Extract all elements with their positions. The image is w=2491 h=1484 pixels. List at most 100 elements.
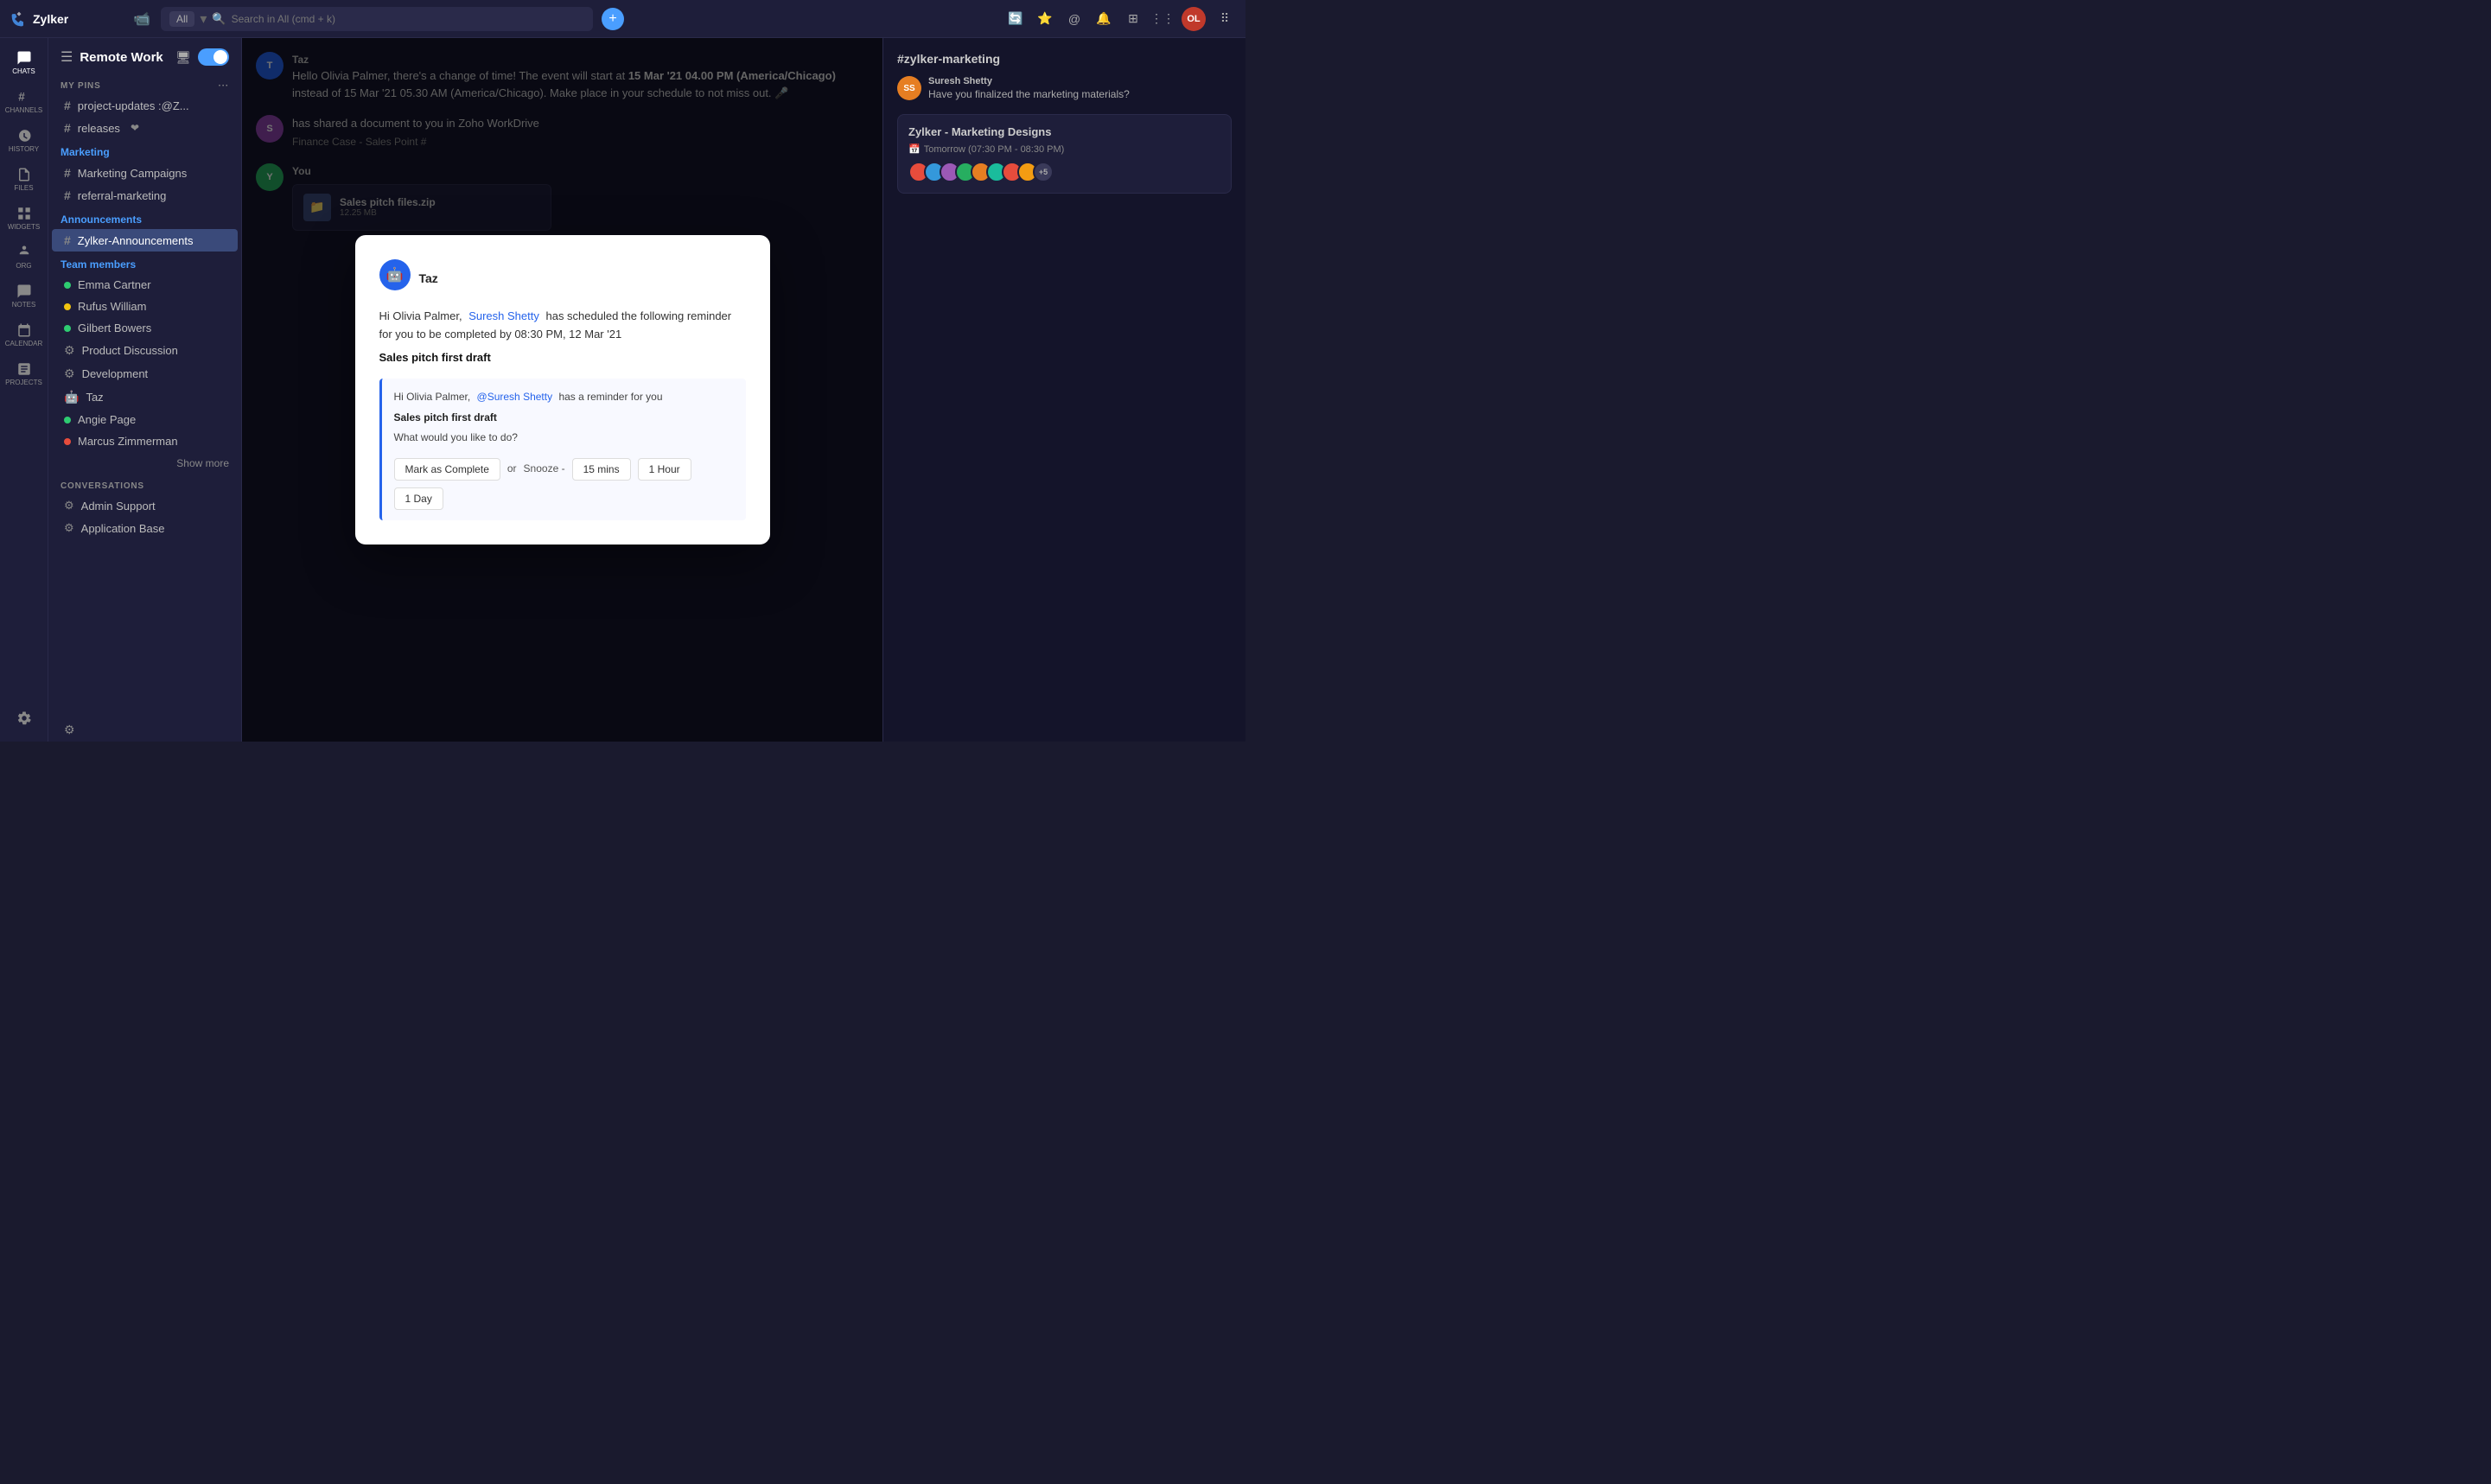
topbar-actions: 🔄 ⭐ @ 🔔 ⊞ ⋮⋮ OL ⠿ xyxy=(1005,7,1235,31)
nav-settings-item[interactable]: ⚙ xyxy=(52,718,238,742)
modal-action-question: What would you like to do? xyxy=(394,430,734,446)
sidebar-item-history[interactable]: HISTORY xyxy=(3,123,45,158)
nav-label-product-discussion: Product Discussion xyxy=(82,344,178,357)
nav-item-application-base[interactable]: ⚙ Application Base xyxy=(52,517,238,539)
marketing-section-label: Marketing xyxy=(48,139,241,162)
calendar-card-date: 📅 Tomorrow (07:30 PM - 08:30 PM) xyxy=(908,143,1220,155)
layout-icon[interactable]: ⊞ xyxy=(1123,9,1144,29)
status-dot-rufus xyxy=(64,303,71,310)
nav-label-zylker-announcements: Zylker-Announcements xyxy=(78,234,194,247)
reminder-modal: 🤖 Taz Hi Olivia Palmer, Suresh Shetty ha… xyxy=(355,235,770,545)
my-pins-label: My Pins ··· xyxy=(48,73,241,94)
status-dot-angie xyxy=(64,417,71,424)
application-base-icon: ⚙ xyxy=(64,521,74,535)
modal-reminder-inner-text: Hi Olivia Palmer, @Suresh Shetty has a r… xyxy=(394,389,734,405)
right-msg-row-1: SS Suresh Shetty Have you finalized the … xyxy=(897,76,1232,102)
refresh-icon[interactable]: 🔄 xyxy=(1005,9,1026,29)
product-discussion-icon: ⚙ xyxy=(64,343,75,358)
nav-sidebar-header: ☰ Remote Work 🖥 xyxy=(48,38,241,73)
nav-label-application-base: Application Base xyxy=(81,522,165,535)
pins-menu-icon[interactable]: ··· xyxy=(219,81,229,91)
modal-reminder-card: Hi Olivia Palmer, @Suresh Shetty has a r… xyxy=(379,379,746,520)
user-avatar[interactable]: OL xyxy=(1182,7,1206,31)
snooze-1hr-button[interactable]: 1 Hour xyxy=(638,458,691,481)
status-dot-marcus xyxy=(64,438,71,445)
app-logo[interactable]: Zylker xyxy=(10,10,123,28)
nav-item-product-discussion[interactable]: ⚙ Product Discussion xyxy=(52,339,238,362)
calendar-card[interactable]: Zylker - Marketing Designs 📅 Tomorrow (0… xyxy=(897,114,1232,194)
sidebar-label-chats: CHATS xyxy=(12,67,35,75)
sidebar-item-widgets[interactable]: WIDGETS xyxy=(3,201,45,236)
or-label: or xyxy=(507,461,517,477)
right-panel-channel: #zylker-marketing xyxy=(897,52,1232,66)
sidebar-label-widgets: WIDGETS xyxy=(8,223,40,231)
nav-item-marcus[interactable]: Marcus Zimmerman xyxy=(52,430,238,452)
sidebar-item-files[interactable]: FILES xyxy=(3,162,45,197)
search-input[interactable] xyxy=(232,13,584,25)
topbar: Zylker 📹 All ▾ 🔍 + 🔄 ⭐ @ 🔔 ⊞ ⋮⋮ OL ⠿ xyxy=(0,0,1246,38)
status-dot-gilbert xyxy=(64,325,71,332)
snooze-1day-button[interactable]: 1 Day xyxy=(394,487,443,510)
svg-text:#: # xyxy=(18,91,25,104)
sidebar-item-projects[interactable]: PROJECTS xyxy=(3,356,45,392)
overlay[interactable]: 🤖 Taz Hi Olivia Palmer, Suresh Shetty ha… xyxy=(242,38,882,742)
search-bar[interactable]: All ▾ 🔍 xyxy=(161,7,593,31)
nav-item-admin-support[interactable]: ⚙ Admin Support xyxy=(52,494,238,517)
calendar-icon: 📅 xyxy=(908,143,921,155)
nav-item-development[interactable]: ⚙ Development xyxy=(52,362,238,385)
main-layout: CHATS # CHANNELS HISTORY FILES WIDGETS O… xyxy=(0,38,1246,742)
main-content: T Taz Hello Olivia Palmer, there's a cha… xyxy=(242,38,882,742)
apps-icon[interactable]: ⠿ xyxy=(1214,9,1235,29)
sidebar-item-calendar[interactable]: CALENDAR xyxy=(3,317,45,353)
nav-item-marketing-campaigns[interactable]: # Marketing Campaigns xyxy=(52,162,238,184)
show-more-button[interactable]: Show more xyxy=(48,452,241,474)
sidebar-item-notes[interactable]: NOTES xyxy=(3,278,45,314)
modal-task-title: Sales pitch first draft xyxy=(394,411,497,424)
conversations-section-label: Conversations xyxy=(48,474,241,494)
nav-item-angie[interactable]: Angie Page xyxy=(52,409,238,430)
sidebar-label-calendar: CALENDAR xyxy=(5,340,43,347)
releases-icon: ❤ xyxy=(131,122,139,134)
right-msg-body: Suresh Shetty Have you finalized the mar… xyxy=(928,76,1130,102)
sidebar-item-chats[interactable]: CHATS xyxy=(3,45,45,80)
mark-complete-button[interactable]: Mark as Complete xyxy=(394,458,500,481)
toggle-switch[interactable] xyxy=(198,48,229,66)
icon-sidebar: CHATS # CHANNELS HISTORY FILES WIDGETS O… xyxy=(0,38,48,742)
nav-item-rufus[interactable]: Rufus William xyxy=(52,296,238,317)
sidebar-item-org[interactable]: ORG xyxy=(3,239,45,275)
nav-item-releases[interactable]: # releases ❤ xyxy=(52,117,238,139)
development-icon: ⚙ xyxy=(64,366,75,381)
nav-item-emma[interactable]: Emma Cartner xyxy=(52,274,238,296)
calendar-card-title: Zylker - Marketing Designs xyxy=(908,125,1220,138)
bell-icon[interactable]: 🔔 xyxy=(1093,9,1114,29)
nav-item-gilbert[interactable]: Gilbert Bowers xyxy=(52,317,238,339)
grid-icon[interactable]: ⋮⋮ xyxy=(1152,9,1173,29)
snooze-15-button[interactable]: 15 mins xyxy=(572,458,631,481)
right-panel: #zylker-marketing SS Suresh Shetty Have … xyxy=(882,38,1246,742)
modal-actions: Mark as Complete or Snooze - 15 mins 1 H… xyxy=(394,458,734,510)
nav-label-marketing-campaigns: Marketing Campaigns xyxy=(78,167,187,180)
nav-item-referral-marketing[interactable]: # referral-marketing xyxy=(52,184,238,207)
nav-label-releases: releases xyxy=(78,122,120,135)
nav-label-admin-support: Admin Support xyxy=(81,500,156,513)
nav-label-project-updates: project-updates :@Z... xyxy=(78,99,189,112)
sidebar-label-history: HISTORY xyxy=(9,145,39,153)
search-scope[interactable]: All xyxy=(169,11,194,27)
sidebar-label-files: FILES xyxy=(14,184,33,192)
app-name: Zylker xyxy=(33,12,68,26)
settings-icon[interactable] xyxy=(3,705,45,735)
nav-item-taz[interactable]: 🤖 Taz xyxy=(52,385,238,409)
nav-item-project-updates[interactable]: # project-updates :@Z... xyxy=(52,94,238,117)
nav-item-zylker-announcements[interactable]: # Zylker-Announcements xyxy=(52,229,238,252)
star-icon[interactable]: ⭐ xyxy=(1035,9,1055,29)
monitor-icon[interactable]: 🖥 xyxy=(175,50,191,65)
modal-mention[interactable]: @Suresh Shetty xyxy=(477,391,553,403)
camera-icon[interactable]: 📹 xyxy=(131,9,152,29)
modal-bot-icon: 🤖 xyxy=(379,259,411,290)
sidebar-item-channels[interactable]: # CHANNELS xyxy=(3,84,45,119)
mention-icon[interactable]: @ xyxy=(1064,9,1085,29)
nav-label-emma: Emma Cartner xyxy=(78,278,151,291)
modal-sender-link[interactable]: Suresh Shetty xyxy=(468,309,539,322)
add-button[interactable]: + xyxy=(602,8,624,30)
nav-label-rufus: Rufus William xyxy=(78,300,146,313)
